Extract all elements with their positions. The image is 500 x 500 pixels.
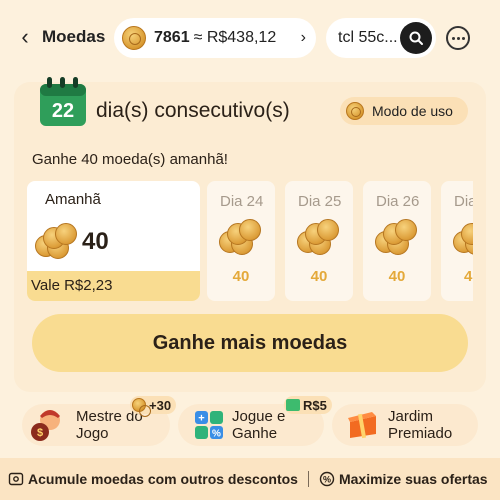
task-badge: R$5 <box>284 396 332 414</box>
header-bar: ‹ Moedas 7861 ≈ R$438,12 › tcl 55c... <box>0 0 500 76</box>
earn-more-coins-button[interactable]: Ganhe mais moedas <box>32 314 468 372</box>
streak-day-number: 22 <box>52 100 74 122</box>
coin-stack-icon <box>451 217 473 257</box>
footer-bar: Acumule moedas com outros descontos % Ma… <box>0 458 500 500</box>
day-value: Vale R$2,23 <box>27 271 200 301</box>
svg-text:+: + <box>198 413 204 425</box>
day-amount: 40 <box>310 268 328 285</box>
footer-divider <box>307 471 309 487</box>
chevron-right-icon: › <box>300 29 306 46</box>
svg-text:$: $ <box>37 427 43 439</box>
usage-mode-label: Modo de uso <box>372 103 453 119</box>
search-icon <box>409 31 423 45</box>
coin-count: 7861 <box>154 29 190 46</box>
task-prize-garden[interactable]: Jardim Premiado <box>332 404 478 446</box>
day-label: Dia 25 <box>298 193 342 210</box>
svg-text:%: % <box>212 429 221 440</box>
coin-balance-pill[interactable]: 7861 ≈ R$438,12 › <box>114 18 316 58</box>
page-title: Moedas <box>42 27 106 46</box>
coin-value: ≈ R$438,12 <box>193 29 277 46</box>
tomorrow-reward-text: Ganhe 40 moeda(s) amanhã! <box>32 151 228 168</box>
day-card[interactable]: Dia 24 40 <box>207 181 275 301</box>
chevron-left-icon[interactable]: ‹ <box>14 26 36 48</box>
footer-accumulate-link[interactable]: Acumule moedas com outros descontos <box>8 471 298 487</box>
cash-icon <box>286 399 300 411</box>
coin-icon <box>122 26 146 50</box>
search-query: tcl 55c... <box>338 29 398 46</box>
coin-icon <box>132 398 151 417</box>
day-card-tomorrow[interactable]: Amanhã 40 Vale R$2,23 <box>27 181 200 301</box>
search-button[interactable] <box>400 22 432 54</box>
footer-left-text: Acumule moedas com outros descontos <box>28 471 298 487</box>
day-amount: 40 <box>232 268 250 285</box>
coin-stack-icon <box>217 217 263 257</box>
gift-icon <box>348 412 376 439</box>
footer-right-text: Maximize suas ofertas <box>338 471 488 487</box>
coin-icon <box>346 102 364 120</box>
day-card[interactable]: Dia 25 40 <box>285 181 353 301</box>
coupon-icon <box>8 472 24 486</box>
task-label: Jogue e Ganhe <box>232 408 286 442</box>
more-icon[interactable] <box>446 26 470 50</box>
svg-text:%: % <box>323 475 331 485</box>
mascot-icon: $ <box>31 410 60 441</box>
day-amount: 40 <box>82 228 109 255</box>
coin-stack-icon <box>33 221 79 261</box>
day-card[interactable]: Dia 26 40 <box>363 181 431 301</box>
calendar-icon: 22 <box>40 77 86 126</box>
coin-stack-icon <box>295 217 341 257</box>
game-controller-icon: + % <box>195 411 223 440</box>
day-label: Dia 24 <box>220 193 264 210</box>
search-bar[interactable]: tcl 55c... <box>326 18 436 58</box>
usage-mode-button[interactable]: Modo de uso <box>340 97 468 125</box>
day-amount: 4 <box>464 268 473 285</box>
day-card-partial[interactable]: Dia 4 <box>441 181 473 301</box>
day-label: Dia <box>454 193 473 210</box>
day-label: Dia 26 <box>376 193 420 210</box>
day-label: Amanhã <box>45 191 101 208</box>
task-badge: +30 <box>130 396 177 417</box>
footer-maximize-link[interactable]: % Maximize suas ofertas <box>319 471 488 487</box>
streak-title: dia(s) consecutivo(s) <box>96 99 290 122</box>
day-amount: 40 <box>388 268 406 285</box>
task-label: Jardim Premiado <box>388 408 453 442</box>
coin-stack-icon <box>373 217 419 257</box>
discount-icon: % <box>319 471 335 487</box>
task-label: Mestre do Jogo <box>76 408 143 442</box>
